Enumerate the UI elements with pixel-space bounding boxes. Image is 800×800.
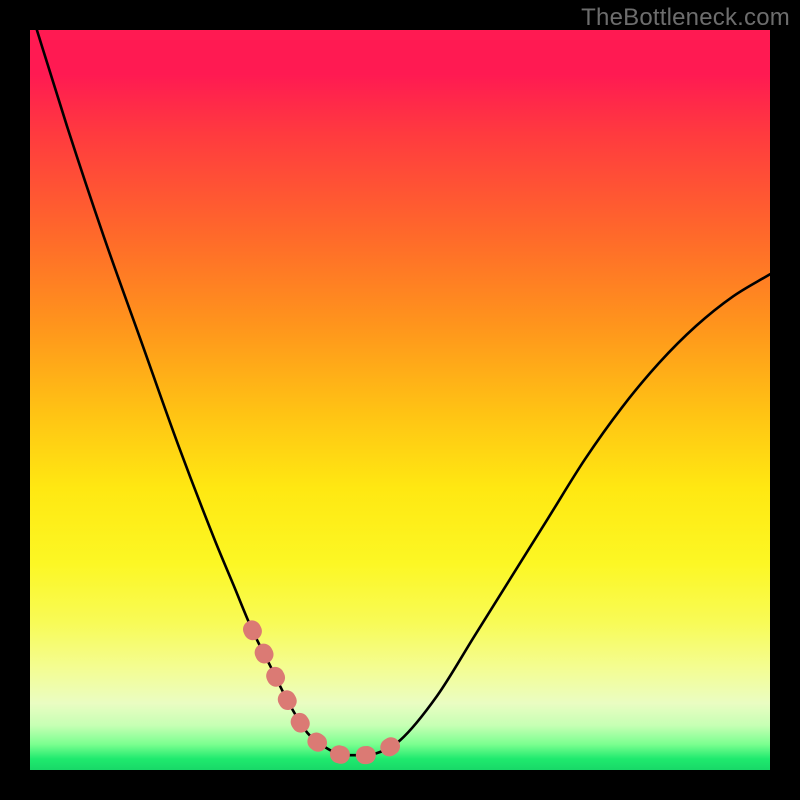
watermark-text: TheBottleneck.com [581,4,790,32]
bottleneck-curve [30,30,770,755]
chart-frame: TheBottleneck.com [0,0,800,800]
optimal-zone-markers [252,629,400,755]
plot-area [30,30,770,770]
curve-layer [30,30,770,770]
